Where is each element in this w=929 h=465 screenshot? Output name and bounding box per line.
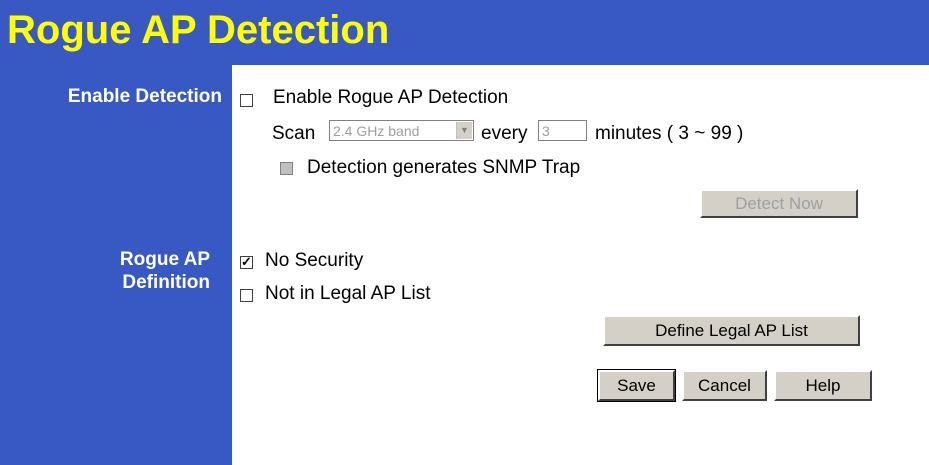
enable-rogue-ap-label: Enable Rogue AP Detection xyxy=(273,87,509,108)
help-label: Help xyxy=(805,376,841,395)
define-legal-ap-list-button[interactable]: Define Legal AP List xyxy=(603,315,860,346)
rogue-ap-definition-line2: Definition xyxy=(122,272,210,293)
no-security-checkbox[interactable]: ✓ xyxy=(240,254,253,269)
chevron-down-icon: ▼ xyxy=(456,122,472,139)
minutes-range-label: minutes ( 3 ~ 99 ) xyxy=(595,123,744,144)
page-title: Rogue AP Detection xyxy=(7,8,390,52)
rogue-ap-definition-line1: Rogue AP xyxy=(119,249,210,270)
every-label: every xyxy=(481,123,528,144)
scan-label: Scan xyxy=(272,123,316,144)
detect-now-button[interactable]: Detect Now xyxy=(700,189,858,218)
band-select-value: 2.4 GHz band xyxy=(333,123,420,139)
define-legal-ap-list-label: Define Legal AP List xyxy=(655,321,808,340)
detect-now-label: Detect Now xyxy=(735,194,823,213)
not-legal-ap-checkbox[interactable] xyxy=(240,289,253,302)
interval-input-value: 3 xyxy=(542,123,550,139)
sidebar: Enable Detection Rogue AP Definition xyxy=(0,65,232,465)
enable-rogue-ap-checkbox[interactable] xyxy=(240,94,253,107)
cancel-button[interactable]: Cancel xyxy=(682,370,767,401)
snmp-trap-label: Detection generates SNMP Trap xyxy=(307,157,581,178)
not-legal-ap-label: Not in Legal AP List xyxy=(265,283,431,304)
no-security-label: No Security xyxy=(265,250,364,271)
enable-detection-label: Enable Detection xyxy=(0,85,222,108)
snmp-trap-checkbox[interactable] xyxy=(280,162,293,175)
interval-input[interactable]: 3 xyxy=(538,120,587,141)
rogue-ap-definition-label: Rogue AP Definition xyxy=(0,248,210,294)
enable-detection-text: Enable Detection xyxy=(67,86,222,107)
help-button[interactable]: Help xyxy=(774,370,872,401)
save-button[interactable]: Save xyxy=(597,369,676,402)
checkmark-icon: ✓ xyxy=(241,254,252,269)
save-label: Save xyxy=(617,376,656,395)
cancel-label: Cancel xyxy=(698,376,751,395)
band-select[interactable]: 2.4 GHz band ▼ xyxy=(329,120,474,141)
page-header: Rogue AP Detection xyxy=(0,0,929,65)
